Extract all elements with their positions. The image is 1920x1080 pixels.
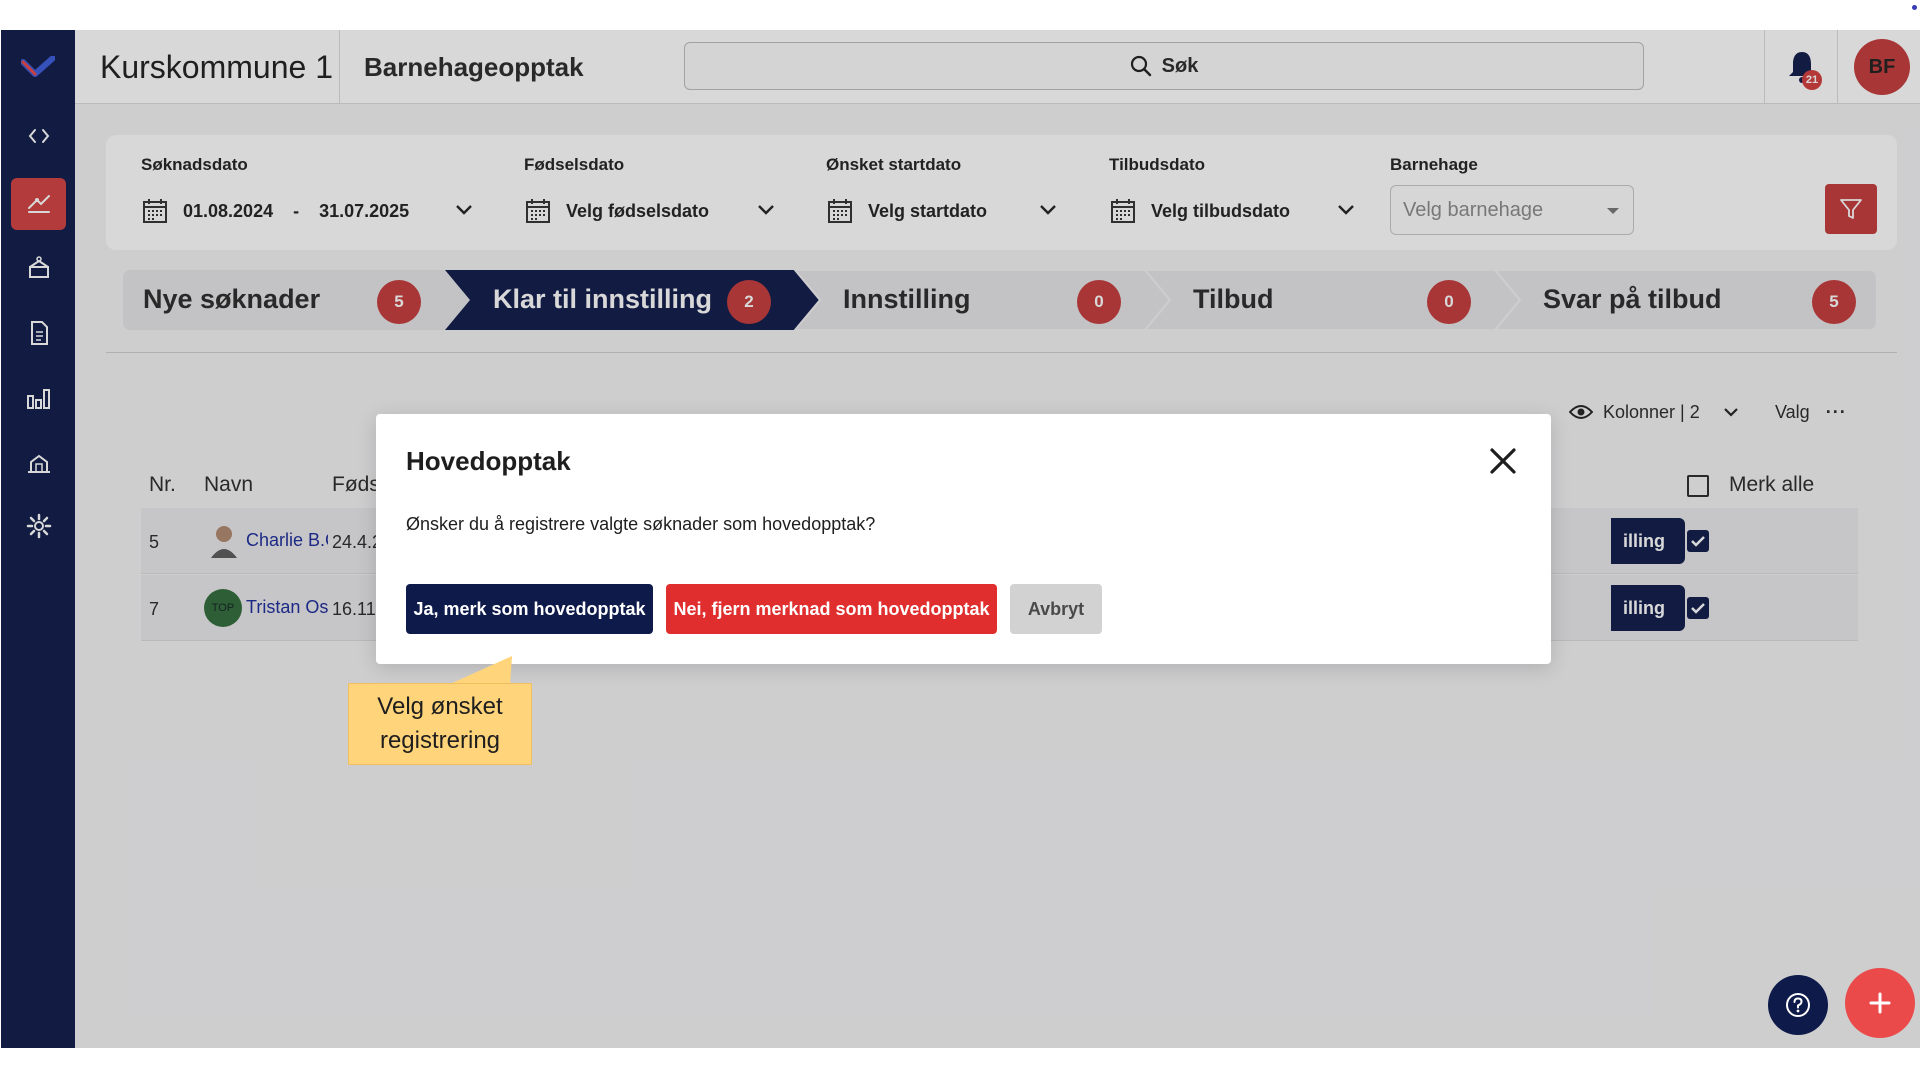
cancel-button[interactable]: Avbryt (1010, 584, 1102, 634)
question-icon (1786, 993, 1810, 1017)
remove-hovedopptak-button[interactable]: Nei, fjern merknad som hovedopptak (666, 584, 997, 634)
add-button[interactable] (1845, 968, 1915, 1038)
corner-dot (1912, 5, 1917, 10)
dialog-message: Ønsker du å registrere valgte søknader s… (406, 514, 876, 534)
callout-line-1: Velg ønsket (377, 693, 503, 720)
plus-icon (1869, 992, 1891, 1014)
dialog-title: Hovedopptak (406, 446, 571, 476)
confirm-hovedopptak-button[interactable]: Ja, merk som hovedopptak (406, 584, 653, 634)
screenshot: Kurskommune 1 Barnehageopptak Søk 21 BF … (0, 0, 1920, 1080)
close-icon[interactable] (1486, 444, 1520, 478)
callout-pointer (450, 656, 512, 686)
hovedopptak-dialog: Hovedopptak Ønsker du å registrere valgt… (376, 414, 1551, 664)
help-button[interactable] (1768, 975, 1828, 1035)
callout-line-2: registrering (379, 727, 501, 754)
guide-callout: Velg ønsket registrering (348, 683, 532, 765)
